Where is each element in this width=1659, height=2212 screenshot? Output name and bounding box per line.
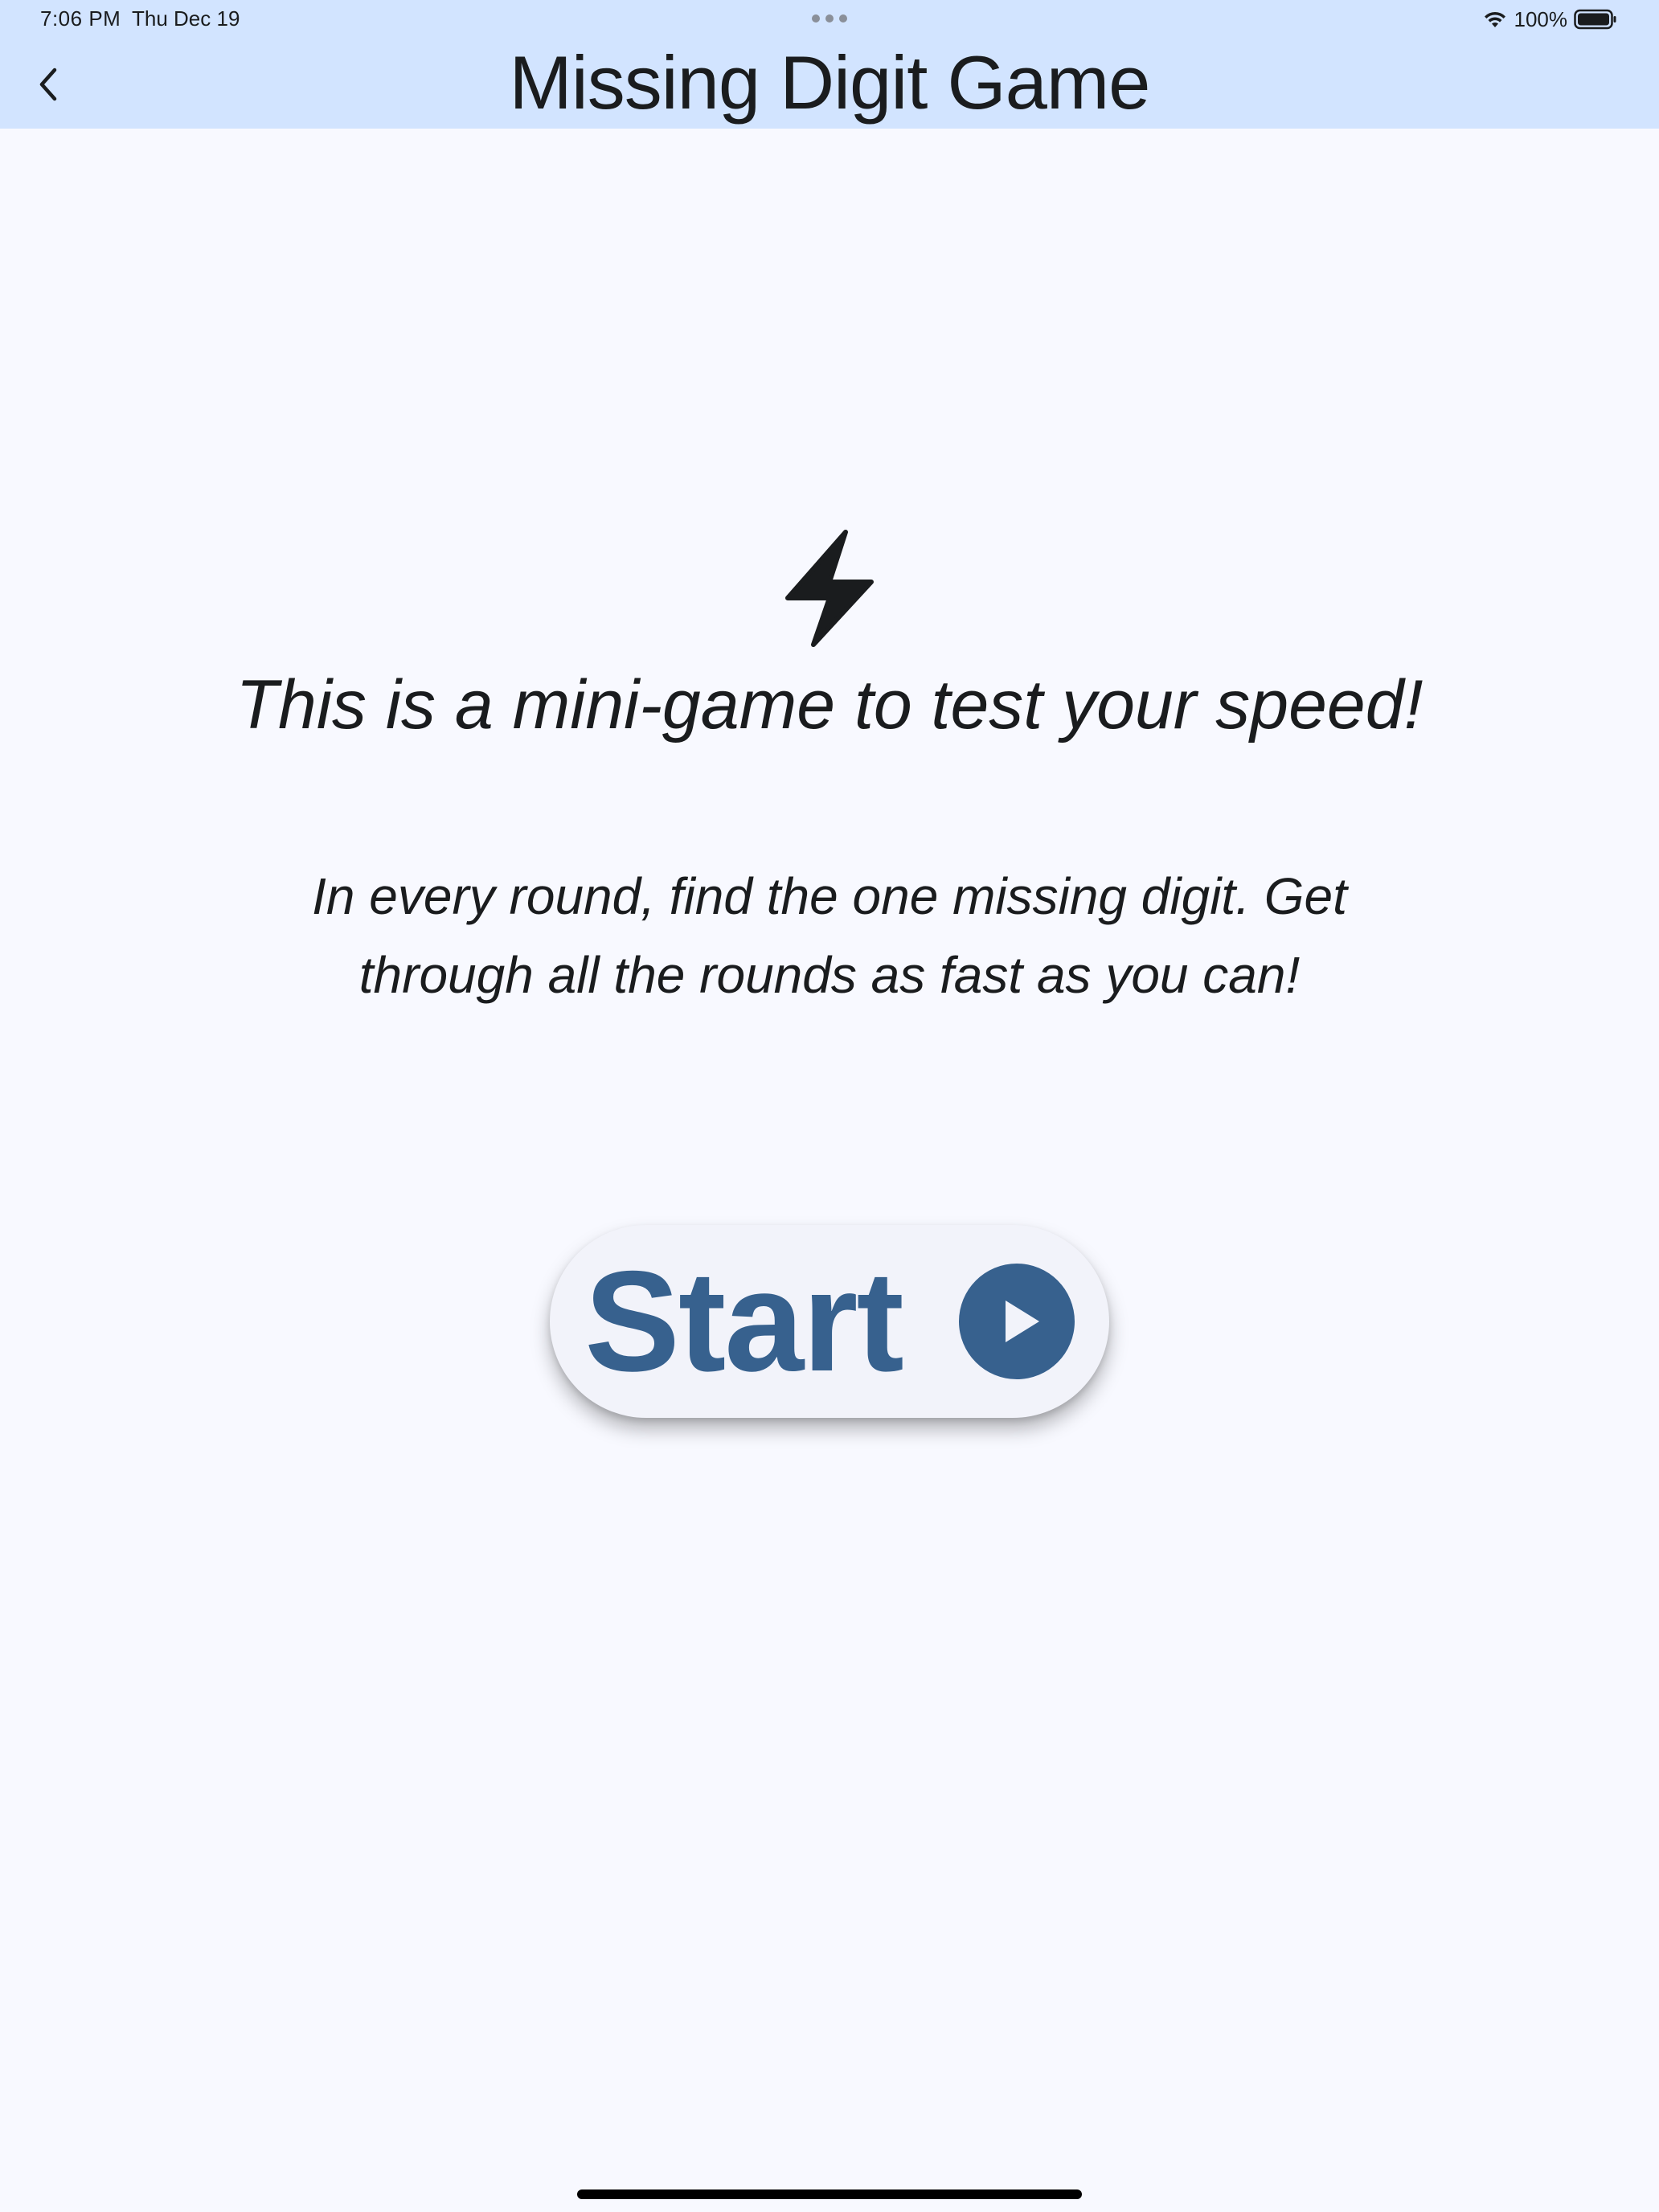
start-button-label: Start bbox=[584, 1241, 904, 1401]
intro-headline: This is a mini-game to test your speed! bbox=[236, 666, 1423, 743]
status-indicators: 100% bbox=[1482, 5, 1618, 34]
play-circle-icon bbox=[958, 1264, 1075, 1379]
start-button[interactable]: Start bbox=[550, 1225, 1109, 1418]
battery-icon bbox=[1574, 9, 1616, 30]
home-indicator[interactable] bbox=[577, 2189, 1082, 2199]
intro-description: In every round, find the one missing dig… bbox=[312, 867, 1347, 1004]
multitasking-dots-icon[interactable] bbox=[812, 14, 847, 23]
status-date: Thu Dec 19 bbox=[132, 6, 240, 31]
lightning-bolt-icon bbox=[785, 530, 874, 647]
wifi-icon bbox=[1484, 11, 1505, 27]
page-title: Missing Digit Game bbox=[509, 40, 1151, 125]
battery-percentage: 100% bbox=[1514, 6, 1568, 31]
screen: 7:06 PM Thu Dec 19 100% Missing Digit Ga bbox=[0, 0, 1659, 2212]
top-app-bar: 7:06 PM Thu Dec 19 100% Missing Digit Ga bbox=[0, 0, 1659, 129]
status-time: 7:06 PM bbox=[40, 6, 121, 31]
